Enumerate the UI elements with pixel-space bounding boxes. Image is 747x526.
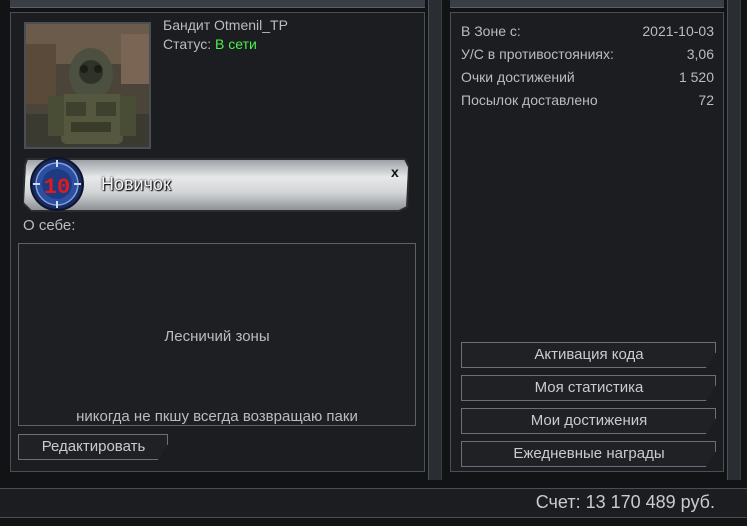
stat-value-zone-since: 2021-10-03: [642, 23, 714, 39]
about-label: О себе:: [23, 217, 76, 234]
status-line: Статус: В сети: [163, 36, 257, 52]
avatar: [24, 22, 151, 149]
left-panel-edge: [428, 0, 442, 480]
status-label: Статус:: [163, 36, 212, 52]
rank-10-badge-icon: 10: [30, 157, 84, 211]
rank-title: Новичок: [101, 174, 171, 194]
my-achievements-button[interactable]: Мои достижения: [461, 408, 716, 434]
about-text-box: Лесничий зоны никогда не пкшу всегда воз…: [18, 243, 416, 426]
my-statistics-button[interactable]: Моя статистика: [461, 375, 716, 401]
status-value: В сети: [215, 36, 257, 52]
rank-close-button[interactable]: x: [391, 164, 399, 180]
activate-code-button[interactable]: Активация кода: [461, 342, 716, 368]
stat-label-achievement-points: Очки достижений: [461, 69, 575, 85]
about-line-2: никогда не пкшу всегда возвращаю паки: [76, 408, 358, 425]
about-line-1: Лесничий зоны: [164, 328, 270, 345]
edit-profile-button[interactable]: Редактировать: [18, 434, 168, 460]
daily-rewards-button[interactable]: Ежедневные награды: [461, 441, 716, 467]
stat-label-kd: У/С в противостояниях:: [461, 46, 614, 62]
stat-value-parcels: 72: [698, 92, 714, 108]
player-name: Бандит Otmenil_TP: [163, 17, 288, 33]
left-panel-header: [10, 0, 425, 8]
stat-value-kd: 3,06: [686, 46, 714, 62]
armored-stalker-avatar: [26, 24, 149, 147]
stat-label-zone-since: В Зоне с:: [461, 23, 521, 39]
stat-value-achievement-points: 1 520: [678, 69, 714, 85]
balance-text: Счет: 13 170 489 руб.: [535, 492, 715, 512]
right-panel-header: [450, 0, 724, 8]
stat-label-parcels: Посылок доставлено: [461, 92, 598, 108]
svg-text:10: 10: [44, 175, 70, 200]
right-panel-edge: [727, 0, 741, 480]
